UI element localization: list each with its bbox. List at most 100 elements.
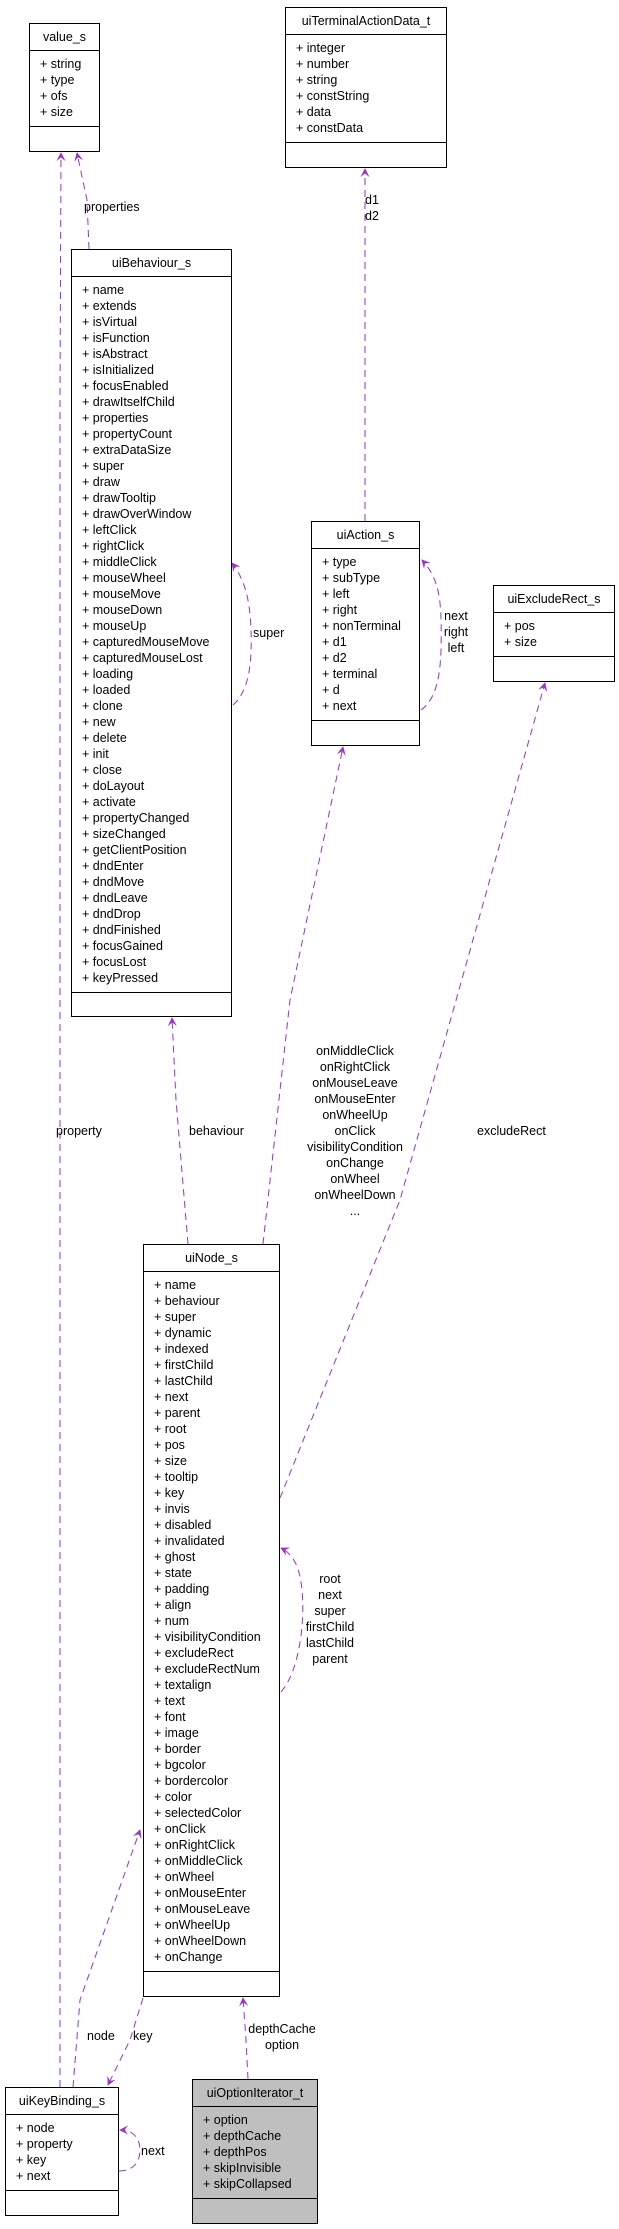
- attribute-item: + onWheel: [154, 1870, 215, 1884]
- attribute-item: + drawOverWindow: [82, 507, 192, 521]
- attribute-item: + loading: [82, 667, 134, 681]
- attribute-item: + color: [154, 1790, 192, 1804]
- attribute-item: + ofs: [40, 89, 68, 103]
- attribute-item: + leftClick: [82, 523, 137, 537]
- attribute-item: + depthCache: [203, 2129, 282, 2143]
- edge-label-line: super: [253, 626, 285, 640]
- attribute-item: + node: [16, 2121, 55, 2135]
- edge-label-line: onClick: [334, 1124, 376, 1138]
- attribute-item: + property: [16, 2137, 73, 2151]
- edge-behaviour: [167, 1017, 189, 1245]
- class-ui-action-s[interactable]: uiAction_s + type + subType + left + right +…: [311, 521, 420, 746]
- class-value-s[interactable]: value_s + string + type + ofs + size: [29, 23, 100, 152]
- operations-compartment: [286, 143, 446, 169]
- edge-label-line: d2: [365, 209, 379, 223]
- attribute-item: + image: [154, 1726, 199, 1740]
- attribute-item: + rightClick: [82, 539, 145, 553]
- attribute-item: + middleClick: [82, 555, 157, 569]
- attribute-item: + bordercolor: [154, 1774, 228, 1788]
- operations-compartment: [144, 1972, 279, 1998]
- operations-compartment: [30, 127, 99, 153]
- attribute-item: + isVirtual: [82, 315, 138, 329]
- edge-label-line: node: [87, 2029, 115, 2043]
- attribute-item: + onMouseLeave: [154, 1902, 251, 1916]
- attribute-item: + onClick: [154, 1822, 206, 1836]
- class-ui-behaviour-s[interactable]: uiBehaviour_s + name + extends + isVirtual…: [71, 249, 232, 1017]
- attribute-item: + new: [82, 715, 116, 729]
- attribute-item: + nonTerminal: [322, 619, 401, 633]
- attribute-item: + depthPos: [203, 2145, 267, 2159]
- edge-label-line: onMouseLeave: [312, 1076, 398, 1090]
- class-ui-node-s[interactable]: uiNode_s + name + behaviour + super + dynam…: [143, 1244, 280, 1997]
- attribute-item: + lastChild: [154, 1374, 213, 1388]
- attribute-item: + pos: [154, 1438, 185, 1452]
- edge-label-actions: onMiddleClick onRightClick onMouseLeave onM…: [295, 1043, 415, 1219]
- edge-label-line: depthCache: [248, 2022, 316, 2036]
- attribute-item: + num: [154, 1614, 190, 1628]
- class-ui-exclude-rect-s[interactable]: uiExcludeRect_s + pos + size: [493, 585, 615, 682]
- attribute-item: + invalidated: [154, 1534, 225, 1548]
- class-title: uiExcludeRect_s: [494, 586, 614, 613]
- attribute-list: + integer + number + string + constString + …: [286, 35, 446, 143]
- attribute-item: + focusLost: [82, 955, 147, 969]
- attribute-item: + size: [154, 1454, 188, 1468]
- attribute-item: + doLayout: [82, 779, 145, 793]
- edge-label-line: onWheelUp: [322, 1108, 388, 1122]
- operations-compartment: [6, 2191, 118, 2217]
- edge-label-line: visibilityCondition: [307, 1140, 403, 1154]
- attribute-list: + name + behaviour + super + dynamic + index…: [144, 1272, 279, 1972]
- edge-label-line: behaviour: [189, 1124, 244, 1138]
- edge-property: [56, 152, 66, 2087]
- attribute-item: + ghost: [154, 1550, 196, 1564]
- attribute-item: + font: [154, 1710, 186, 1724]
- edge-label-keybinding-self: next: [141, 2143, 165, 2159]
- attribute-item: + subType: [322, 571, 381, 585]
- class-title: uiBehaviour_s: [72, 250, 231, 277]
- attribute-item: + extends: [82, 299, 137, 313]
- edge-node: [72, 1829, 142, 2088]
- class-ui-option-iterator-t[interactable]: uiOptionIterator_t + option + depthCache +…: [192, 2079, 318, 2224]
- attribute-item: + mouseMove: [82, 587, 161, 601]
- attribute-item: + close: [82, 763, 122, 777]
- edge-label-action-self: next right left: [441, 608, 471, 656]
- attribute-item: + parent: [154, 1406, 201, 1420]
- edge-label-node-self: root next super firstChild lastChild parent: [300, 1571, 360, 1667]
- attribute-item: + mouseDown: [82, 603, 163, 617]
- attribute-item: + isFunction: [82, 331, 150, 345]
- attribute-item: + keyPressed: [82, 971, 159, 985]
- class-title: uiKeyBinding_s: [6, 2088, 118, 2115]
- attribute-list: + string + type + ofs + size: [30, 51, 99, 127]
- attribute-item: + type: [40, 73, 75, 87]
- class-ui-key-binding-s[interactable]: uiKeyBinding_s + node + property + key + ne…: [5, 2087, 119, 2216]
- edge-label-line: onChange: [326, 1156, 384, 1170]
- attribute-item: + focusEnabled: [82, 379, 169, 393]
- edge-label-line: left: [447, 641, 465, 655]
- attribute-item: + visibilityCondition: [154, 1630, 261, 1644]
- edge-label-d1d2: d1 d2: [365, 192, 379, 224]
- attribute-item: + key: [154, 1486, 185, 1500]
- attribute-item: + bgcolor: [154, 1758, 206, 1772]
- attribute-item: + name: [82, 283, 125, 297]
- edge-label-line: root: [319, 1572, 341, 1586]
- class-title: value_s: [30, 24, 99, 51]
- attribute-list: + node + property + key + next: [6, 2115, 118, 2191]
- attribute-item: + integer: [296, 41, 345, 55]
- attribute-item: + string: [296, 73, 338, 87]
- operations-compartment: [193, 2199, 317, 2225]
- edge-label-line: property: [56, 1124, 102, 1138]
- attribute-item: + constString: [296, 89, 370, 103]
- attribute-item: + isAbstract: [82, 347, 148, 361]
- class-title: uiNode_s: [144, 1245, 279, 1272]
- edge-label-line: onMouseEnter: [314, 1092, 396, 1106]
- edge-label-line: option: [264, 2038, 300, 2052]
- attribute-item: + option: [203, 2113, 248, 2127]
- edge-label-line: firstChild: [305, 1620, 355, 1634]
- attribute-item: + number: [296, 57, 350, 71]
- attribute-item: + state: [154, 1566, 192, 1580]
- class-ui-terminal-action-data-t[interactable]: uiTerminalActionData_t + integer + number…: [285, 7, 447, 168]
- class-title: uiTerminalActionData_t: [286, 8, 446, 35]
- attribute-item: + onMouseEnter: [154, 1886, 247, 1900]
- attribute-item: + text: [154, 1694, 185, 1708]
- attribute-item: + excludeRectNum: [154, 1662, 260, 1676]
- attribute-item: + constData: [296, 121, 364, 135]
